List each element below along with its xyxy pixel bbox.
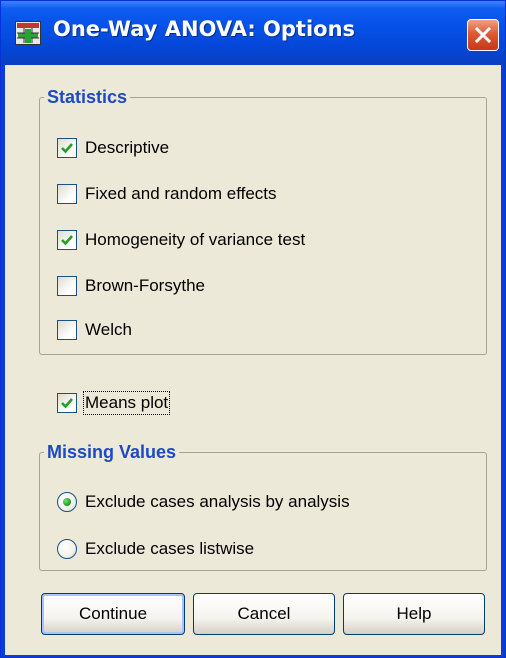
welch-checkbox[interactable] bbox=[57, 320, 77, 340]
checkmark-icon bbox=[61, 235, 73, 246]
fixed-random-effects-label: Fixed and random effects bbox=[85, 184, 277, 203]
exclude-analysis-label: Exclude cases analysis by analysis bbox=[85, 492, 350, 511]
continue-button[interactable]: Continue bbox=[41, 593, 185, 635]
close-button[interactable] bbox=[467, 19, 499, 51]
window-title: One-Way ANOVA: Options bbox=[53, 17, 356, 41]
descriptive-checkbox-row[interactable]: Descriptive bbox=[57, 135, 169, 161]
brown-forsythe-checkbox-row[interactable]: Brown-Forsythe bbox=[57, 273, 205, 299]
missing-values-legend: Missing Values bbox=[44, 442, 180, 462]
fixed-random-effects-checkbox[interactable] bbox=[57, 184, 77, 204]
checkmark-icon bbox=[61, 398, 73, 409]
means-plot-label: Means plot bbox=[82, 391, 171, 415]
statistics-legend: Statistics bbox=[44, 87, 131, 107]
close-icon bbox=[474, 26, 492, 44]
brown-forsythe-label: Brown-Forsythe bbox=[85, 276, 205, 295]
exclude-listwise-radio[interactable] bbox=[57, 539, 77, 559]
title-bar[interactable]: One-Way ANOVA: Options bbox=[1, 1, 505, 65]
fixed-random-effects-checkbox-row[interactable]: Fixed and random effects bbox=[57, 181, 277, 207]
brown-forsythe-checkbox[interactable] bbox=[57, 276, 77, 296]
checkmark-icon bbox=[61, 143, 73, 154]
homogeneity-checkbox[interactable] bbox=[57, 230, 77, 250]
exclude-listwise-label: Exclude cases listwise bbox=[85, 539, 255, 558]
homogeneity-label: Homogeneity of variance test bbox=[85, 230, 306, 249]
welch-checkbox-row[interactable]: Welch bbox=[57, 317, 132, 343]
homogeneity-checkbox-row[interactable]: Homogeneity of variance test bbox=[57, 227, 305, 253]
descriptive-label: Descriptive bbox=[85, 138, 170, 157]
dialog-window: One-Way ANOVA: Options Statistics Descri… bbox=[0, 0, 506, 658]
descriptive-checkbox[interactable] bbox=[57, 138, 77, 158]
exclude-listwise-radio-row[interactable]: Exclude cases listwise bbox=[57, 536, 254, 562]
means-plot-checkbox-row[interactable]: Means plot bbox=[57, 390, 171, 416]
welch-label: Welch bbox=[85, 320, 132, 339]
dialog-body: Statistics Descriptive Fixed and random … bbox=[5, 65, 501, 655]
exclude-analysis-radio[interactable] bbox=[57, 492, 77, 512]
help-button[interactable]: Help bbox=[343, 593, 485, 635]
spss-grid-icon[interactable] bbox=[15, 21, 41, 45]
means-plot-checkbox[interactable] bbox=[57, 393, 77, 413]
exclude-analysis-radio-row[interactable]: Exclude cases analysis by analysis bbox=[57, 489, 350, 515]
cancel-button[interactable]: Cancel bbox=[193, 593, 335, 635]
radio-selected-dot bbox=[63, 498, 71, 506]
